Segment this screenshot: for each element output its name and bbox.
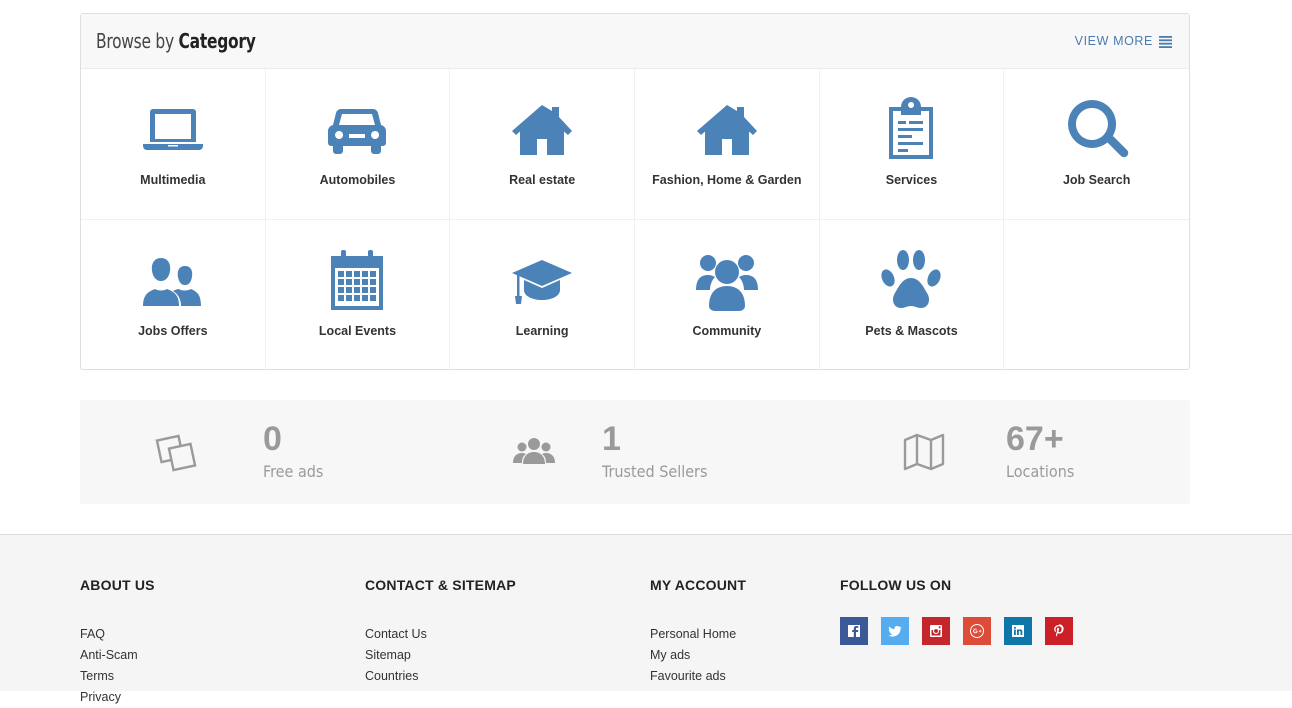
category-services[interactable]: Services <box>819 69 1005 220</box>
footer-heading: CONTACT & SITEMAP <box>365 577 516 593</box>
google-plus-icon <box>970 624 984 638</box>
category-community[interactable]: Community <box>635 219 820 370</box>
instagram-button[interactable] <box>922 617 950 645</box>
users-icon <box>513 438 555 464</box>
category-pets-mascots[interactable]: Pets & Mascots <box>820 219 1005 370</box>
graduation-cap-icon <box>512 259 573 304</box>
footer: ABOUT US FAQ Anti-Scam Terms Privacy CON… <box>0 534 1292 704</box>
footer-link-personal-home[interactable]: Personal Home <box>650 624 746 645</box>
users-icon <box>142 257 201 306</box>
pinterest-button[interactable] <box>1045 617 1073 645</box>
footer-contact-column: CONTACT & SITEMAP Contact Us Sitemap Cou… <box>365 577 516 687</box>
twitter-button[interactable] <box>881 617 909 645</box>
category-label: Local Events <box>318 323 397 338</box>
category-panel-title: Browse by Category <box>96 29 256 53</box>
category-panel-header: Browse by Category VIEW MORE <box>81 14 1189 69</box>
view-more-link[interactable]: VIEW MORE <box>1075 34 1172 48</box>
house-icon <box>696 105 757 155</box>
footer-link-countries[interactable]: Countries <box>365 666 516 687</box>
footer-link-anti-scam[interactable]: Anti-Scam <box>80 645 155 666</box>
view-more-label: VIEW MORE <box>1074 34 1153 48</box>
social-links <box>840 617 1073 645</box>
category-empty-cell <box>1004 220 1189 371</box>
paw-icon <box>881 249 942 308</box>
category-label: Multimedia <box>140 173 206 187</box>
category-label: Automobiles <box>319 173 396 187</box>
category-local-events[interactable]: Local Events <box>266 219 451 370</box>
stat-label: Free ads <box>263 462 324 481</box>
footer-link-favourite-ads[interactable]: Favourite ads <box>650 666 746 687</box>
ads-icon <box>155 434 197 472</box>
category-label: Pets & Mascots <box>865 323 958 338</box>
community-icon <box>695 254 758 311</box>
category-automobiles[interactable]: Automobiles <box>265 69 451 220</box>
stats-band: 0 Free ads 1 Trusted Sellers 67+ Locatio… <box>80 400 1190 504</box>
stat-value: 1 <box>602 420 621 458</box>
footer-link-faq[interactable]: FAQ <box>80 624 155 645</box>
category-label: Fashion, Home & Garden <box>652 173 802 187</box>
stat-label: Trusted Sellers <box>602 462 708 481</box>
calendar-icon <box>331 249 384 310</box>
category-label: Job Search <box>1062 173 1131 187</box>
footer-heading: MY ACCOUNT <box>650 577 747 593</box>
google-plus-button[interactable] <box>963 617 991 645</box>
footer-link-contact-us[interactable]: Contact Us <box>365 624 516 645</box>
clipboard-icon <box>889 97 934 159</box>
category-label: Real estate <box>509 173 576 187</box>
footer-about-column: ABOUT US FAQ Anti-Scam Terms Privacy <box>80 577 155 708</box>
category-fashion-home-garden[interactable]: Fashion, Home & Garden <box>635 69 820 220</box>
category-jobs-offers[interactable]: Jobs Offers <box>81 219 266 370</box>
category-grid: Multimedia Automobiles Real estate Fashi… <box>81 69 1189 370</box>
footer-follow-column: FOLLOW US ON <box>840 577 1073 645</box>
category-multimedia[interactable]: Multimedia <box>81 69 266 220</box>
category-label: Community <box>692 323 762 338</box>
category-label: Services <box>885 173 938 187</box>
footer-link-terms[interactable]: Terms <box>80 666 155 687</box>
footer-link-privacy[interactable]: Privacy <box>80 687 155 708</box>
footer-heading: FOLLOW US ON <box>840 577 952 593</box>
linkedin-icon <box>1012 625 1024 637</box>
stat-value: 67+ <box>1006 420 1064 458</box>
twitter-icon <box>888 625 902 637</box>
category-learning[interactable]: Learning <box>450 219 635 370</box>
footer-link-sitemap[interactable]: Sitemap <box>365 645 516 666</box>
facebook-icon <box>848 625 860 637</box>
footer-heading: ABOUT US <box>80 577 155 593</box>
map-icon <box>903 433 945 471</box>
title-bold: Category <box>178 29 256 53</box>
list-icon <box>1159 35 1172 48</box>
house-icon <box>512 105 573 155</box>
stat-value: 0 <box>263 420 282 458</box>
category-label: Learning <box>515 323 569 338</box>
category-panel: Browse by Category VIEW MORE Multimedia … <box>80 13 1190 370</box>
search-icon <box>1067 100 1128 158</box>
stat-label: Locations <box>1006 462 1075 481</box>
facebook-button[interactable] <box>840 617 868 645</box>
footer-link-my-ads[interactable]: My ads <box>650 645 746 666</box>
car-icon <box>328 108 387 154</box>
pinterest-icon <box>1054 624 1064 637</box>
instagram-icon <box>930 625 942 637</box>
linkedin-button[interactable] <box>1004 617 1032 645</box>
footer-account-column: MY ACCOUNT Personal Home My ads Favourit… <box>650 577 746 687</box>
title-light: Browse by <box>96 29 174 53</box>
category-job-search[interactable]: Job Search <box>1004 69 1189 220</box>
category-real-estate[interactable]: Real estate <box>450 69 635 220</box>
category-label: Jobs Offers <box>138 323 208 338</box>
laptop-icon <box>142 109 203 150</box>
